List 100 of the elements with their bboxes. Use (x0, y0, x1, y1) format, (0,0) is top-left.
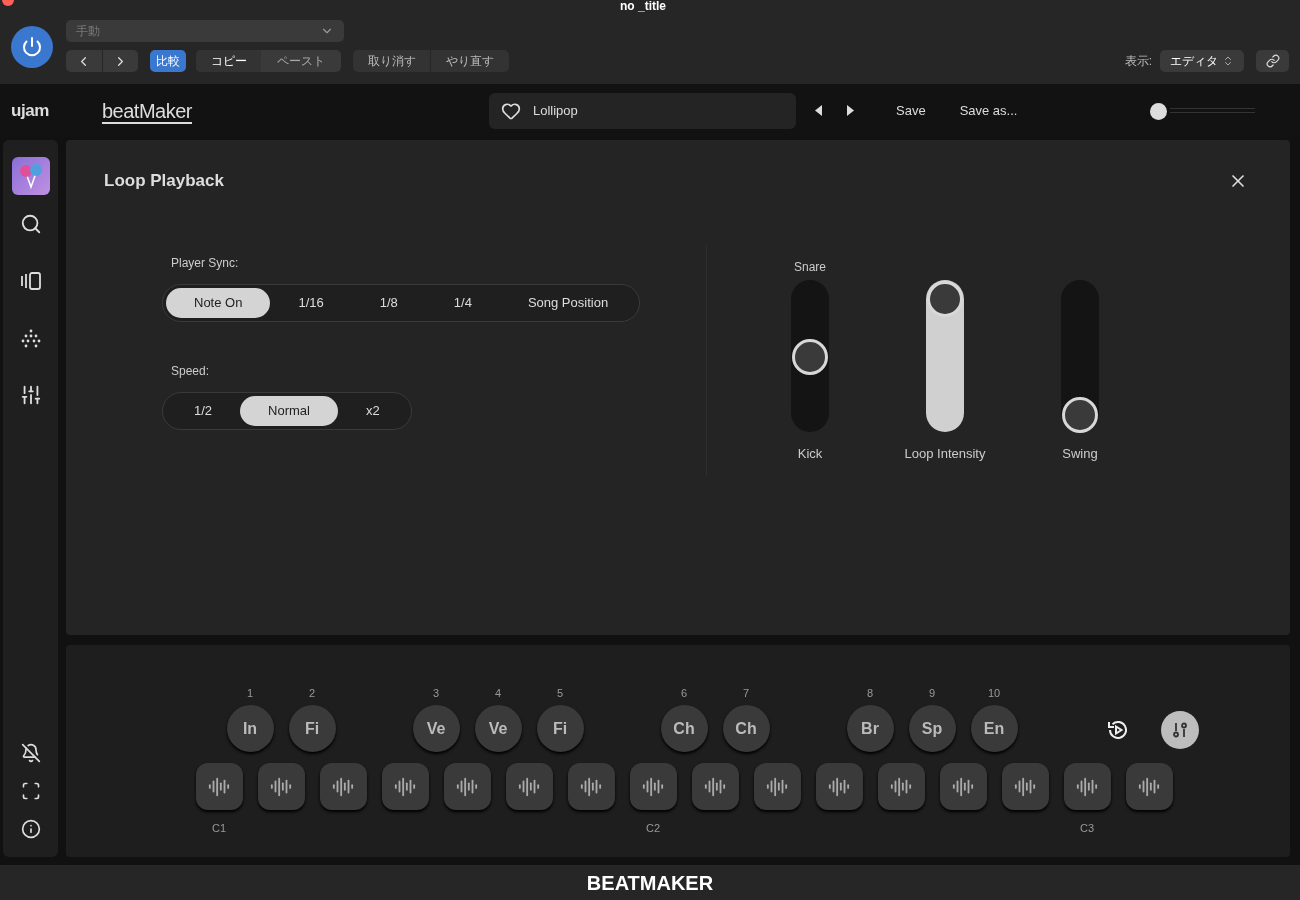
updown-icon (1222, 55, 1234, 67)
settings-button[interactable] (1161, 711, 1199, 749)
save-button[interactable]: Save (896, 100, 926, 121)
phrase-pad[interactable]: En (970, 705, 1018, 752)
undo-button[interactable]: 取り消す (353, 50, 431, 72)
sample-pad[interactable] (1125, 763, 1173, 810)
brand-logo: ujam (11, 99, 49, 122)
section-label: Speed: (171, 362, 210, 380)
pad-number: 3 (432, 686, 440, 701)
slider-label: Snare (794, 258, 826, 276)
phrase-pad[interactable]: Fi (536, 705, 584, 752)
waveform-icon (704, 775, 726, 798)
option-tab[interactable]: Normal (240, 395, 338, 426)
phrase-pad[interactable]: Ve (412, 705, 460, 752)
phrase-pad[interactable]: Ve (474, 705, 522, 752)
mixer-icon[interactable] (19, 384, 42, 406)
copy-button[interactable]: コピー (196, 50, 261, 72)
waveform-icon (394, 775, 416, 798)
slider-thumb[interactable] (927, 280, 963, 317)
pad-number: 10 (987, 686, 1001, 701)
option-tab[interactable]: 1/4 (425, 287, 500, 318)
replay-icon[interactable] (1106, 718, 1130, 742)
phrase-pad[interactable]: Fi (288, 705, 336, 752)
dots-icon[interactable] (19, 327, 42, 349)
slider-label: Loop Intensity (904, 444, 986, 463)
option-tab[interactable]: 1/2 (166, 395, 241, 426)
sample-pad[interactable] (815, 763, 863, 810)
phrase-pad[interactable]: Br (846, 705, 894, 752)
sample-pad[interactable] (381, 763, 429, 810)
waveform-icon (890, 775, 912, 798)
note-label: C3 (1079, 821, 1095, 836)
phrase-pad[interactable]: Ch (722, 705, 770, 752)
sample-pad[interactable] (753, 763, 801, 810)
product-logo: beatMaker (102, 98, 192, 124)
option-tab[interactable]: 1/16 (270, 287, 352, 318)
phrase-pad[interactable]: Ch (660, 705, 708, 752)
phrase-pad[interactable]: Sp (908, 705, 956, 752)
power-button[interactable] (11, 26, 53, 68)
sample-pad[interactable] (319, 763, 367, 810)
paste-button[interactable]: ペースト (261, 50, 341, 72)
slider-track[interactable] (791, 279, 829, 432)
waveform-icon (1138, 775, 1160, 798)
note-label: C1 (211, 821, 227, 836)
volume-thumb[interactable] (1150, 102, 1168, 120)
link-button[interactable] (1256, 50, 1289, 72)
footer-title: BEATMAKER (586, 870, 714, 896)
view-label: 表示: (1124, 53, 1152, 70)
note-label: C2 (645, 821, 661, 836)
section-label: Player Sync: (171, 254, 239, 272)
sliders-icon (1170, 720, 1190, 740)
sample-pad[interactable] (505, 763, 553, 810)
waveform-icon (642, 775, 664, 798)
link-icon (1265, 54, 1280, 68)
waveform-icon (270, 775, 292, 798)
volume-slider[interactable] (1150, 101, 1256, 120)
slider-thumb[interactable] (1062, 396, 1098, 433)
waveform-icon (828, 775, 850, 798)
fullscreen-icon[interactable] (20, 781, 41, 801)
slider-label: Swing (1062, 444, 1098, 463)
slider-track[interactable] (1061, 279, 1099, 432)
search-icon[interactable] (19, 213, 42, 235)
phrase-pad[interactable]: In (226, 705, 274, 752)
slider-track[interactable] (926, 279, 964, 432)
sample-pad[interactable] (877, 763, 925, 810)
pad-number: 9 (928, 686, 936, 701)
pad-number: 2 (308, 686, 316, 701)
view-select[interactable]: エディタ (1160, 50, 1244, 72)
sample-pad[interactable] (629, 763, 677, 810)
bell-off-icon[interactable] (20, 743, 41, 763)
pad-number: 6 (680, 686, 688, 701)
compare-button[interactable]: 比較 (150, 50, 186, 72)
sample-pad[interactable] (195, 763, 243, 810)
option-tab[interactable]: 1/8 (351, 287, 426, 318)
sample-pad[interactable] (443, 763, 491, 810)
info-icon[interactable] (20, 819, 41, 839)
pad-number: 7 (742, 686, 750, 701)
pad-number: 4 (494, 686, 502, 701)
redo-button[interactable]: やり直す (431, 50, 509, 72)
panels-icon[interactable] (19, 270, 42, 292)
sample-pad[interactable] (691, 763, 739, 810)
window-title: no _title (620, 0, 666, 12)
kit-thumbnail[interactable] (11, 157, 50, 195)
sample-pad[interactable] (1063, 763, 1111, 810)
waveform-icon (208, 775, 230, 798)
preset-field[interactable]: Lollipop (489, 92, 796, 129)
sample-pad[interactable] (1001, 763, 1049, 810)
option-tab[interactable]: Song Position (499, 287, 637, 318)
sample-pad[interactable] (257, 763, 305, 810)
waveform-icon (332, 775, 354, 798)
pad-number: 8 (866, 686, 874, 701)
waveform-icon (518, 775, 540, 798)
sample-pad[interactable] (567, 763, 615, 810)
waveform-icon (456, 775, 478, 798)
waveform-icon (1014, 775, 1036, 798)
slider-thumb[interactable] (792, 338, 828, 375)
triangle-right-icon (847, 105, 855, 116)
save-as-button[interactable]: Save as... (959, 100, 1018, 121)
option-tab[interactable]: x2 (338, 395, 408, 426)
option-tab[interactable]: Note On (166, 287, 271, 318)
sample-pad[interactable] (939, 763, 987, 810)
